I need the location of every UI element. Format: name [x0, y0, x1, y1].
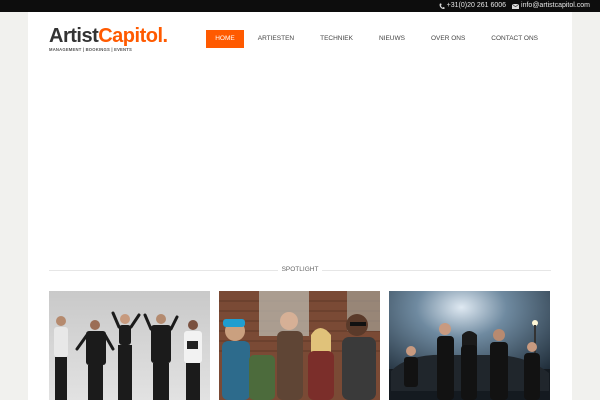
logo-wordmark: ArtistCapitol.	[49, 26, 179, 46]
logo-word-capitol: Capitol	[98, 25, 163, 47]
logo-word-artist: Artist	[49, 25, 99, 47]
nav-item-over-ons[interactable]: OVER ONS	[418, 30, 478, 48]
envelope-icon	[512, 3, 520, 9]
nav-item-contact-ons[interactable]: CONTACT ONS	[478, 30, 551, 48]
phone-link[interactable]: +31(0)20 261 6006	[439, 0, 506, 12]
page-container: ArtistCapitol. MANAGEMENT | BOOKINGS | E…	[28, 12, 572, 400]
nav-item-nieuws[interactable]: NIEUWS	[366, 30, 418, 48]
logo-dot: .	[162, 25, 169, 47]
nav-item-artiesten[interactable]: ARTIESTEN	[245, 30, 307, 48]
spotlight-card-3[interactable]	[389, 291, 550, 400]
nav-item-home[interactable]: HOME	[206, 30, 244, 48]
site-logo[interactable]: ArtistCapitol. MANAGEMENT | BOOKINGS | E…	[49, 26, 179, 52]
top-bar: +31(0)20 261 6006 info@artistcapitol.com	[0, 0, 600, 12]
spotlight-heading: SPOTLIGHT	[278, 264, 322, 276]
spotlight-card-1[interactable]	[49, 291, 210, 400]
contact-info: +31(0)20 261 6006 info@artistcapitol.com	[439, 0, 590, 12]
phone-number: +31(0)20 261 6006	[446, 2, 507, 9]
spotlight-photo-1	[49, 291, 210, 400]
spotlight-photo-3	[389, 291, 550, 400]
email-link[interactable]: info@artistcapitol.com	[512, 0, 590, 12]
phone-icon	[439, 3, 445, 9]
logo-tagline: MANAGEMENT | BOOKINGS | EVENTS	[49, 47, 133, 52]
spotlight-card-2[interactable]	[219, 291, 380, 400]
nav-item-techniek[interactable]: TECHNIEK	[307, 30, 366, 48]
main-nav: HOME ARTIESTEN TECHNIEK NIEUWS OVER ONS …	[206, 30, 551, 48]
spotlight-photo-2	[219, 291, 380, 400]
email-address: info@artistcapitol.com	[521, 2, 590, 9]
